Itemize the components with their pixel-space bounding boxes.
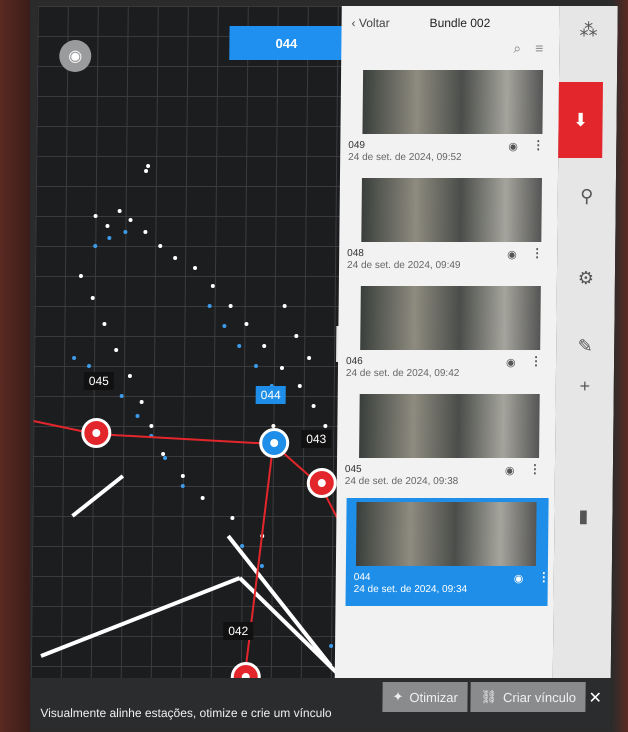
link-icon: ⛓ [480, 689, 498, 704]
record-button[interactable]: ⬇ [558, 82, 603, 158]
station-list-panel: ‹ Voltar Bundle 002 ⌕ ≡ 049 24 de set. d… [334, 6, 560, 678]
visibility-toggle-button[interactable]: ◉ [59, 40, 92, 72]
bundle-title: Bundle 002 [429, 16, 491, 30]
point-cloud-map[interactable]: ◉ 044 045 044 043 042 [30, 6, 368, 696]
station-thumbnail [362, 70, 544, 134]
station-pin-043[interactable] [306, 468, 337, 498]
point-cloud-svg [33, 164, 363, 696]
back-label: Voltar [358, 16, 390, 30]
station-date: 24 de set. de 2024, 09:38 [344, 476, 459, 487]
list-item[interactable]: 045 24 de set. de 2024, 09:38 ◉ ⋮ [337, 390, 556, 498]
zoom-slider[interactable]: ▮ [564, 506, 602, 527]
station-label-043: 043 [301, 430, 332, 448]
panel-tools: ⌕ ≡ [341, 40, 559, 66]
optimize-button[interactable]: ✦ Otimizar [382, 682, 468, 712]
station-pin-044[interactable] [259, 428, 290, 458]
station-list: 049 24 de set. de 2024, 09:52 ◉ ⋮ 048 24… [335, 66, 559, 606]
eye-icon[interactable]: ◉ [507, 248, 517, 261]
list-item-selected[interactable]: 044 24 de set. de 2024, 09:34 ◉ ⋮ [345, 498, 550, 606]
create-link-button[interactable]: ⛓ Criar vínculo [470, 682, 587, 712]
search-icon[interactable]: ⌕ [513, 40, 521, 66]
station-label-042: 042 [223, 622, 254, 640]
station-name: 048 [347, 248, 364, 259]
more-vertical-icon[interactable]: ⋮ [529, 462, 541, 476]
eye-icon[interactable]: ◉ [508, 140, 518, 153]
eye-icon[interactable]: ◉ [506, 356, 516, 369]
station-name: 044 [353, 572, 371, 583]
station-date: 24 de set. de 2024, 09:34 [353, 584, 468, 595]
list-item[interactable]: 048 24 de set. de 2024, 09:49 ◉ ⋮ [339, 174, 558, 282]
station-date: 24 de set. de 2024, 09:42 [345, 368, 460, 379]
hint-text: Visualmente alinhe estações, otimize e c… [40, 706, 332, 720]
station-date: 24 de set. de 2024, 09:49 [347, 260, 461, 271]
station-thumbnail [361, 178, 542, 242]
filter-icon[interactable]: ≡ [535, 40, 543, 66]
create-link-label: Criar vínculo [502, 689, 577, 705]
station-label-045: 045 [83, 372, 114, 390]
optimize-label: Otimizar [409, 689, 458, 705]
list-item[interactable]: 049 24 de set. de 2024, 09:52 ◉ ⋮ [340, 66, 559, 174]
layers-icon[interactable]: ⁂ [569, 20, 607, 41]
app-screen: ◉ 044 045 044 043 042 ‹ ‹ Voltar Bundle … [30, 6, 618, 728]
station-name: 049 [348, 140, 366, 151]
station-thumbnail [360, 286, 541, 350]
pencil-icon[interactable]: ✎ [566, 336, 604, 357]
station-name: 046 [346, 356, 363, 367]
more-vertical-icon[interactable]: ⋮ [538, 570, 550, 584]
panel-header: ‹ Voltar Bundle 002 [341, 6, 559, 40]
zoom-in-icon[interactable]: + [566, 376, 604, 397]
back-button[interactable]: ‹ Voltar [342, 16, 430, 30]
eye-icon[interactable]: ◉ [505, 464, 515, 477]
selected-station-tag: 044 [229, 26, 344, 60]
station-thumbnail [355, 502, 537, 566]
wand-icon: ✦ [392, 689, 404, 704]
pin-icon[interactable]: ⚲ [568, 186, 606, 207]
station-name: 045 [344, 464, 362, 475]
more-vertical-icon[interactable]: ⋮ [530, 354, 542, 368]
more-vertical-icon[interactable]: ⋮ [532, 138, 544, 152]
station-label-044: 044 [255, 386, 286, 404]
station-thumbnail [359, 394, 540, 458]
more-vertical-icon[interactable]: ⋮ [531, 246, 543, 260]
bottom-action-bar: Visualmente alinhe estações, otimize e c… [30, 678, 611, 728]
station-pin-045[interactable] [81, 418, 112, 448]
download-icon: ⬇ [572, 109, 589, 130]
eye-icon[interactable]: ◉ [514, 572, 524, 585]
right-tool-rail: ⁂ ⬇ ⚲ ⚙ ✎ + ▮ [552, 6, 618, 678]
close-icon[interactable]: ✕ [588, 688, 602, 708]
gear-icon[interactable]: ⚙ [567, 268, 605, 289]
list-item[interactable]: 046 24 de set. de 2024, 09:42 ◉ ⋮ [338, 282, 557, 390]
eye-off-icon: ◉ [68, 48, 83, 65]
station-date: 24 de set. de 2024, 09:52 [348, 152, 462, 163]
